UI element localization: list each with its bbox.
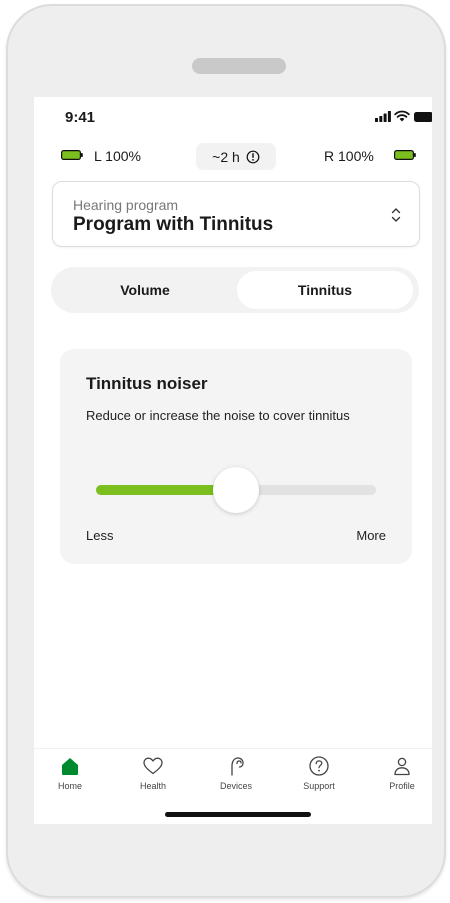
hearing-aid-icon xyxy=(231,757,244,776)
nav-label-health: Health xyxy=(139,781,166,791)
nav-tab-health[interactable]: Health xyxy=(123,755,183,795)
nav-label-devices: Devices xyxy=(219,781,252,791)
status-time: 9:41 xyxy=(65,109,96,126)
heart-icon xyxy=(143,757,163,775)
program-label: Hearing program xyxy=(73,197,179,213)
runtime-label: ~2 h xyxy=(212,148,240,165)
nav-label-support: Support xyxy=(303,781,335,791)
slider-min-label: Less xyxy=(86,528,114,543)
phone-battery-icon xyxy=(414,112,432,122)
right-battery-icon xyxy=(394,150,416,160)
tab-volume[interactable]: Volume xyxy=(57,271,233,309)
person-icon xyxy=(394,757,410,776)
phone-frame: 9:41 L 100% ~2 h R 100% Hearing program … xyxy=(6,4,446,898)
left-battery-label: L 100% xyxy=(94,148,141,164)
phone-speaker xyxy=(192,58,286,74)
nav-tab-profile[interactable]: Profile xyxy=(372,755,432,795)
hearing-program-selector[interactable]: Hearing program Program with Tinnitus xyxy=(52,181,420,247)
volume-tinnitus-segmented-control: Volume Tinnitus xyxy=(51,267,419,313)
nav-label-home: Home xyxy=(57,781,82,791)
slider-max-label: More xyxy=(356,528,386,543)
tinnitus-noiser-card: Tinnitus noiser Reduce or increase the n… xyxy=(60,349,412,564)
signal-icon xyxy=(375,111,391,122)
noiser-title: Tinnitus noiser xyxy=(86,374,208,393)
noiser-description: Reduce or increase the noise to cover ti… xyxy=(86,408,350,423)
nav-tab-support[interactable]: Support xyxy=(289,755,349,795)
left-battery-icon xyxy=(61,150,83,160)
wifi-icon xyxy=(394,110,410,122)
slider-thumb[interactable] xyxy=(213,467,259,513)
help-icon xyxy=(309,756,329,776)
runtime-indicator[interactable]: ~2 h xyxy=(196,143,276,170)
nav-tab-home[interactable]: Home xyxy=(40,755,100,795)
tab-tinnitus[interactable]: Tinnitus xyxy=(237,271,413,309)
status-bar: 9:41 xyxy=(34,97,432,137)
right-battery-label: R 100% xyxy=(324,148,374,164)
info-icon xyxy=(246,150,260,163)
nav-label-profile: Profile xyxy=(389,781,415,791)
nav-tab-devices[interactable]: Devices xyxy=(206,755,266,795)
hearing-aid-battery-row: L 100% ~2 h R 100% xyxy=(34,143,432,171)
home-icon xyxy=(62,758,78,775)
home-indicator[interactable] xyxy=(165,812,311,817)
app-screen: 9:41 L 100% ~2 h R 100% Hearing program … xyxy=(34,97,432,824)
noiser-slider[interactable] xyxy=(96,467,376,513)
program-name: Program with Tinnitus xyxy=(73,214,274,235)
chevron-up-down-icon xyxy=(391,208,401,222)
